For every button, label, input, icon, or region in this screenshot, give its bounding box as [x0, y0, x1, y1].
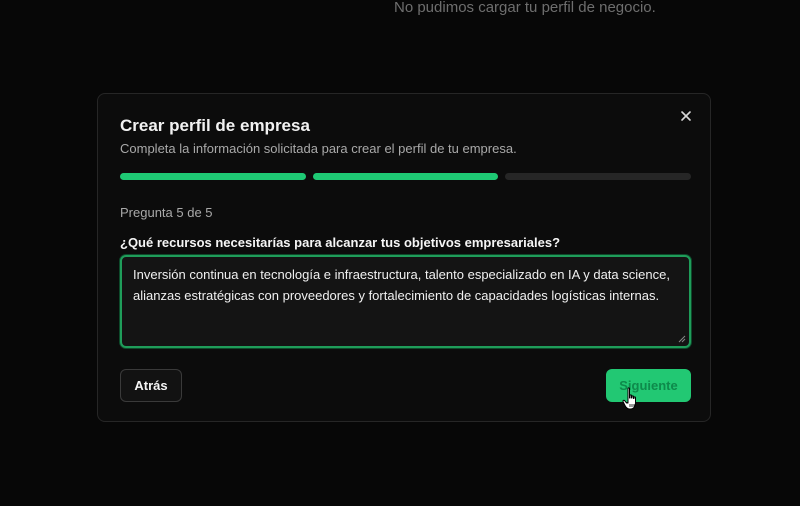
load-error-message: No pudimos cargar tu perfil de negocio.: [394, 0, 656, 16]
progress-segment: [312, 173, 499, 180]
question-counter: Pregunta 5 de 5: [120, 205, 213, 220]
progress-segment: [120, 173, 306, 180]
resize-grip-icon[interactable]: [678, 335, 686, 343]
step-progress-bar: [120, 173, 692, 180]
answer-textarea[interactable]: Inversión continua en tecnología e infra…: [120, 255, 691, 348]
next-button[interactable]: Siguiente: [606, 369, 691, 402]
dialog-title: Crear perfil de empresa: [120, 116, 310, 135]
back-button[interactable]: Atrás: [120, 369, 182, 402]
close-icon: [681, 111, 691, 121]
create-business-profile-dialog: Crear perfil de empresa Completa la info…: [97, 93, 711, 422]
dialog-subtitle: Completa la información solicitada para …: [120, 141, 517, 156]
question-label: ¿Qué recursos necesitarías para alcanzar…: [120, 235, 561, 250]
back-button-label: Atrás: [134, 378, 168, 393]
close-button[interactable]: [678, 108, 694, 124]
next-button-label: Siguiente: [619, 378, 678, 393]
answer-text: Inversión continua en tecnología e infra…: [133, 267, 670, 303]
progress-segment: [505, 173, 692, 180]
